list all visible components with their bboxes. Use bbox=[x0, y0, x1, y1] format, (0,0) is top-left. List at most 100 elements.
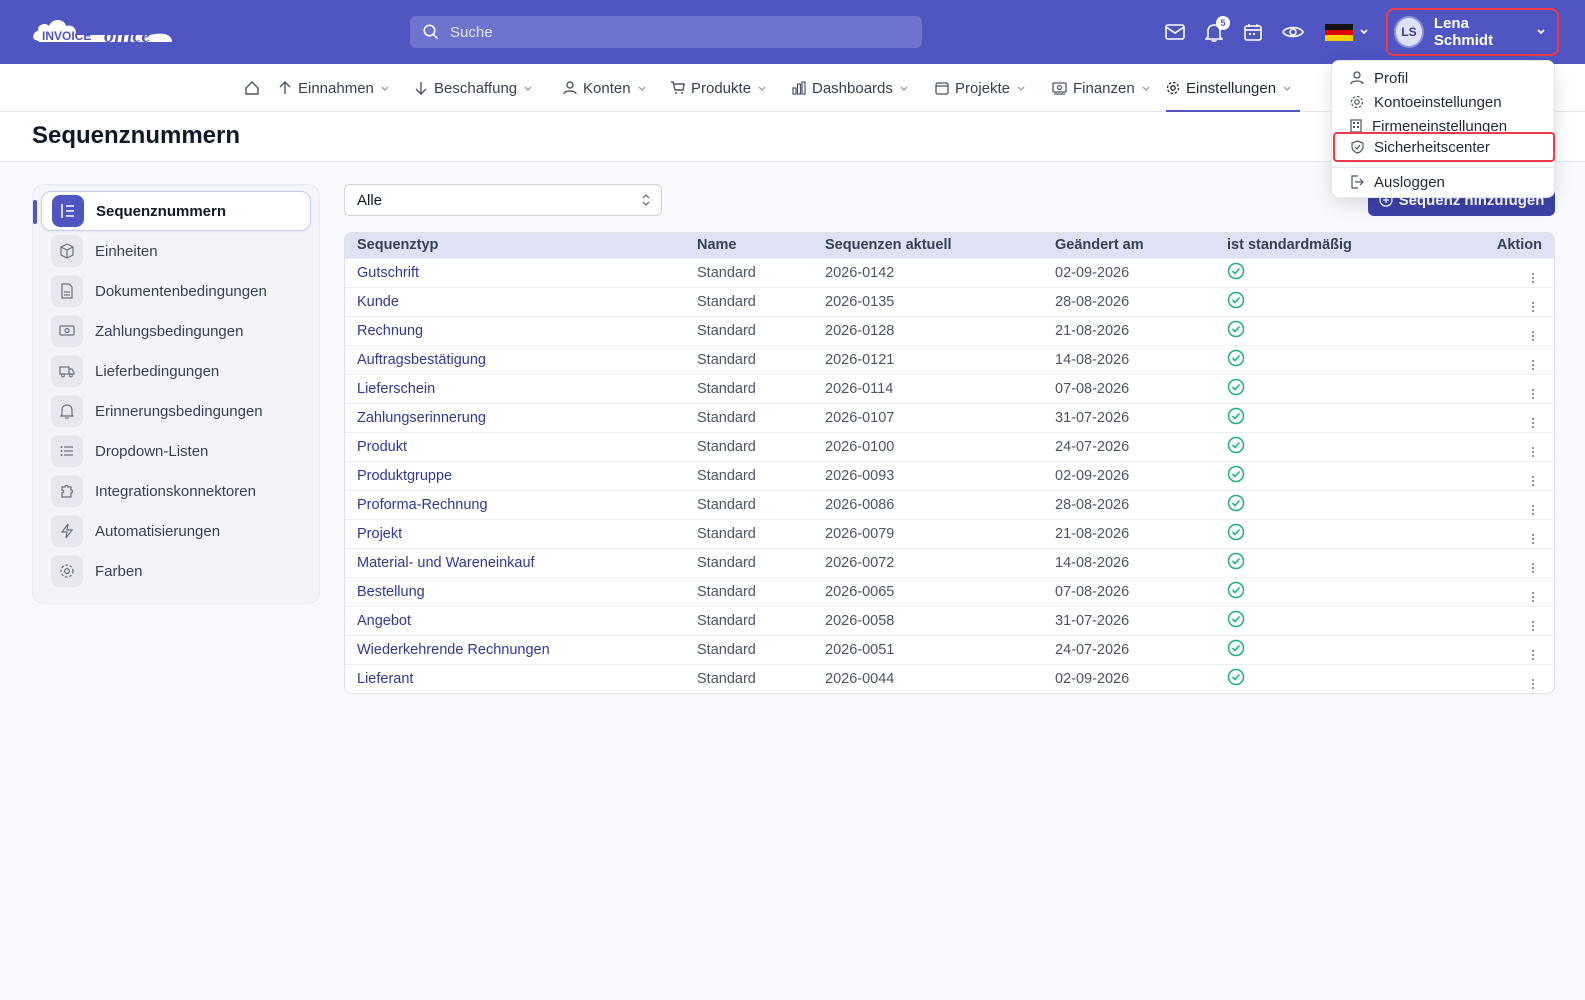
kebab-menu-icon[interactable] bbox=[1532, 620, 1534, 631]
table-row[interactable]: Bestellung Standard 2026-0065 07-08-2026 bbox=[345, 577, 1554, 606]
table-row[interactable]: Lieferant Standard 2026-0044 02-09-2026 bbox=[345, 664, 1554, 693]
kebab-menu-icon[interactable] bbox=[1532, 272, 1534, 283]
column-header-sequenzen-aktuell[interactable]: Sequenzen aktuell bbox=[813, 233, 1043, 258]
sidebar-item-lieferbedingungen[interactable]: Lieferbedingungen bbox=[41, 351, 311, 391]
cell-sequenztyp[interactable]: Gutschrift bbox=[345, 258, 685, 287]
kebab-menu-icon[interactable] bbox=[1532, 301, 1534, 312]
cell-aktion bbox=[1445, 461, 1554, 490]
table-row[interactable]: Lieferschein Standard 2026-0114 07-08-2026 bbox=[345, 374, 1554, 403]
logout-icon bbox=[1351, 175, 1364, 189]
column-header-geaendert-am[interactable]: Geändert am bbox=[1043, 233, 1215, 258]
kebab-menu-icon[interactable] bbox=[1532, 533, 1534, 544]
sidebar-item-automatisierungen[interactable]: Automatisierungen bbox=[41, 511, 311, 551]
cell-name: Standard bbox=[697, 612, 756, 629]
nav-item-beschaffung[interactable]: Beschaffung bbox=[414, 64, 533, 112]
nav-item-einnahmen[interactable]: Einnahmen bbox=[278, 64, 390, 112]
kebab-menu-icon[interactable] bbox=[1532, 446, 1534, 457]
sidebar-item-zahlungsbedingungen[interactable]: Zahlungsbedingungen bbox=[41, 311, 311, 351]
kebab-menu-icon[interactable] bbox=[1532, 417, 1534, 428]
sidebar-item-label: Lieferbedingungen bbox=[95, 362, 220, 380]
sidebar-item-dokumentenbedingungen[interactable]: Dokumentenbedingungen bbox=[41, 271, 311, 311]
menu-item-profil[interactable]: Profil bbox=[1332, 66, 1556, 90]
sequence-type-filter[interactable]: Alle bbox=[344, 184, 662, 216]
cell-sequenzen-aktuell: 2026-0051 bbox=[825, 641, 895, 658]
kebab-menu-icon[interactable] bbox=[1532, 562, 1534, 573]
search-icon bbox=[423, 24, 439, 40]
user-menu-button[interactable]: LS Lena Schmidt bbox=[1386, 8, 1559, 56]
cell-geaendert-am: 24-07-2026 bbox=[1055, 438, 1130, 455]
cell-sequenzen-aktuell: 2026-0142 bbox=[825, 264, 895, 281]
table-row[interactable]: Zahlungserinnerung Standard 2026-0107 31-07… bbox=[345, 403, 1554, 432]
cell-sequenztyp[interactable]: Zahlungserinnerung bbox=[345, 403, 685, 432]
column-header-ist-standardmaessig[interactable]: ist standardmäßig bbox=[1215, 233, 1445, 258]
sidebar-item-sequenznummern[interactable]: Sequenznummern bbox=[33, 191, 311, 231]
table-row[interactable]: Material- und Wareneinkauf Standard 2026-0… bbox=[345, 548, 1554, 577]
kebab-menu-icon[interactable] bbox=[1532, 678, 1534, 689]
nav-item-finanzen[interactable]: Finanzen bbox=[1052, 64, 1151, 112]
cell-sequenztyp[interactable]: Angebot bbox=[345, 606, 685, 635]
table-row[interactable]: Projekt Standard 2026-0079 21-08-2026 bbox=[345, 519, 1554, 548]
table-row[interactable]: Proforma-Rechnung Standard 2026-0086 28-08-… bbox=[345, 490, 1554, 519]
cell-sequenztyp[interactable]: Wiederkehrende Rechnungen bbox=[345, 635, 685, 664]
nav-label: Dashboards bbox=[812, 79, 893, 97]
home-icon[interactable] bbox=[244, 64, 260, 112]
table-row[interactable]: Gutschrift Standard 2026-0142 02-09-2026 bbox=[345, 258, 1554, 287]
column-header-name[interactable]: Name bbox=[685, 233, 813, 258]
table-row[interactable]: Rechnung Standard 2026-0128 21-08-2026 bbox=[345, 316, 1554, 345]
kebab-menu-icon[interactable] bbox=[1532, 330, 1534, 341]
menu-item-kontoeinstellungen[interactable]: Kontoeinstellungen bbox=[1332, 90, 1556, 114]
nav-item-einstellungen[interactable]: Einstellungen bbox=[1166, 64, 1301, 112]
menu-item-sicherheitscenter[interactable]: Sicherheitscenter bbox=[1333, 132, 1555, 162]
nav-item-produkte[interactable]: Produkte bbox=[670, 64, 767, 112]
user-name: Lena Schmidt bbox=[1433, 15, 1494, 49]
column-header-sequenztyp[interactable]: Sequenztyp bbox=[345, 233, 685, 258]
cell-sequenztyp[interactable]: Produktgruppe bbox=[345, 461, 685, 490]
cell-sequenztyp[interactable]: Kunde bbox=[345, 287, 685, 316]
cell-sequenztyp[interactable]: Material- und Wareneinkauf bbox=[345, 548, 685, 577]
sidebar-item-label: Dokumentenbedingungen bbox=[95, 282, 267, 300]
sidebar-item-integrationskonnektoren[interactable]: Integrationskonnektoren bbox=[41, 471, 311, 511]
nav-item-projekte[interactable]: Projekte bbox=[935, 64, 1026, 112]
sidebar-item-erinnerungsbedingungen[interactable]: Erinnerungsbedingungen bbox=[41, 391, 311, 431]
chevron-down-icon[interactable] bbox=[1358, 24, 1370, 40]
sidebar-item-farben[interactable]: Farben bbox=[41, 551, 311, 591]
cell-aktion bbox=[1445, 490, 1554, 519]
bell-icon[interactable]: 5 bbox=[1202, 16, 1230, 44]
cell-sequenztyp[interactable]: Lieferant bbox=[345, 664, 685, 693]
cell-sequenztyp[interactable]: Rechnung bbox=[345, 316, 685, 345]
cell-sequenztyp[interactable]: Auftragsbestätigung bbox=[345, 345, 685, 374]
kebab-menu-icon[interactable] bbox=[1532, 504, 1534, 515]
cell-sequenztyp[interactable]: Proforma-Rechnung bbox=[345, 490, 685, 519]
kebab-menu-icon[interactable] bbox=[1532, 475, 1534, 486]
calendar-icon[interactable] bbox=[1241, 20, 1265, 44]
cell-sequenztyp[interactable]: Lieferschein bbox=[345, 374, 685, 403]
cell-sequenztyp[interactable]: Projekt bbox=[345, 519, 685, 548]
kebab-menu-icon[interactable] bbox=[1532, 649, 1534, 660]
cell-geaendert-am: 21-08-2026 bbox=[1055, 525, 1130, 542]
cell-sequenztyp[interactable]: Bestellung bbox=[345, 577, 685, 606]
table-row[interactable]: Produktgruppe Standard 2026-0093 02-09-2026 bbox=[345, 461, 1554, 490]
cell-geaendert-am: 14-08-2026 bbox=[1055, 554, 1130, 571]
kebab-menu-icon[interactable] bbox=[1532, 388, 1534, 399]
banknote-icon bbox=[51, 315, 83, 347]
sidebar-item-einheiten[interactable]: Einheiten bbox=[41, 231, 311, 271]
cell-sequenztyp[interactable]: Produkt bbox=[345, 432, 685, 461]
eye-icon[interactable] bbox=[1281, 20, 1305, 44]
nav-item-dashboards[interactable]: Dashboards bbox=[792, 64, 909, 112]
table-row[interactable]: Kunde Standard 2026-0135 28-08-2026 bbox=[345, 287, 1554, 316]
kebab-menu-icon[interactable] bbox=[1532, 359, 1534, 370]
filter-selected-value: Alle bbox=[357, 191, 383, 209]
nav-item-konten[interactable]: Konten bbox=[563, 64, 647, 112]
table-row[interactable]: Angebot Standard 2026-0058 31-07-2026 bbox=[345, 606, 1554, 635]
mail-icon[interactable] bbox=[1163, 20, 1187, 44]
table-row[interactable]: Produkt Standard 2026-0100 24-07-2026 bbox=[345, 432, 1554, 461]
kebab-menu-icon[interactable] bbox=[1532, 591, 1534, 602]
sidebar-item-dropdown-listen[interactable]: Dropdown-Listen bbox=[41, 431, 311, 471]
table-row[interactable]: Wiederkehrende Rechnungen Standard 2026-00… bbox=[345, 635, 1554, 664]
search-input[interactable] bbox=[450, 23, 890, 41]
menu-item-ausloggen[interactable]: Ausloggen bbox=[1332, 170, 1556, 194]
app-logo[interactable]: INVOICE office bbox=[32, 14, 177, 50]
table-row[interactable]: Auftragsbestätigung Standard 2026-0121 14-0… bbox=[345, 345, 1554, 374]
search-bar[interactable] bbox=[410, 16, 922, 48]
germany-flag-icon[interactable] bbox=[1325, 24, 1353, 42]
